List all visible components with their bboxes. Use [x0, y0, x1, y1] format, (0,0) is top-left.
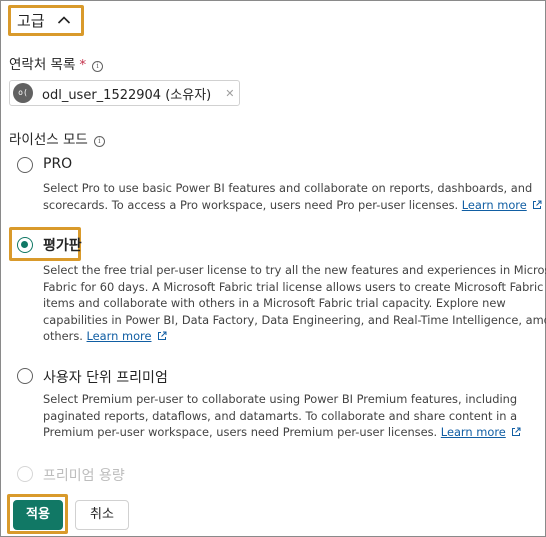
remove-contact-icon[interactable]: ✕	[225, 87, 234, 100]
required-marker: *	[79, 57, 87, 73]
radio-premium-capacity	[17, 466, 33, 482]
avatar: o(	[13, 83, 33, 103]
option-description-trial: Select the free trial per-user license t…	[43, 262, 546, 345]
option-title-trial: 평가판	[43, 238, 82, 254]
info-icon[interactable]: i	[92, 61, 104, 72]
description-line: Select Premium per-user to collaborate u…	[43, 392, 518, 406]
description-line: items and collaborate with others in a M…	[43, 296, 506, 310]
description-line: scorecards. To access a Pro workspace, u…	[43, 197, 543, 214]
description-line: paginated reports, dataflows, and datama…	[43, 408, 518, 423]
option-title-premium-per-user: 사용자 단위 프리미엄	[43, 370, 168, 386]
description-text: scorecards. To access a Pro workspace, u…	[43, 197, 459, 212]
option-description-pro: Select Pro to use basic Power BI feature…	[43, 180, 543, 213]
contact-chip-text: odl_user_1522904 (소유자)	[42, 87, 212, 103]
description-text: Premium per-user workspace, users need P…	[43, 425, 438, 439]
chevron-up-icon	[58, 16, 71, 24]
option-title-premium-capacity: 프리미엄 용량	[43, 468, 125, 484]
advanced-title: 고급	[17, 12, 45, 30]
description-line: Select the free trial per-user license t…	[43, 263, 546, 277]
external-link-icon	[532, 200, 542, 209]
option-title-pro: PRO	[43, 156, 73, 172]
contact-list-label: 연락처 목록 * i	[9, 53, 104, 73]
description-text: others.	[43, 329, 83, 343]
learn-more-link[interactable]: Learn more	[462, 198, 527, 212]
contact-list-input[interactable]: o( odl_user_1522904 (소유자) ✕	[9, 80, 240, 106]
contact-list-label-text: 연락처 목록	[9, 57, 76, 73]
contact-chip: o( odl_user_1522904 (소유자) ✕	[13, 83, 234, 103]
learn-more-link[interactable]: Learn more	[441, 425, 506, 439]
radio-pro[interactable]	[17, 157, 33, 173]
external-link-icon	[511, 427, 521, 436]
apply-button[interactable]: 적용	[13, 500, 63, 530]
info-icon[interactable]: i	[93, 136, 105, 147]
learn-more-link[interactable]: Learn more	[87, 329, 152, 343]
description-line: Premium per-user workspace, users need P…	[43, 424, 543, 441]
description-line: others. Learn more	[43, 328, 543, 345]
description-line: capabilities in Power BI, Data Factory, …	[43, 312, 546, 327]
advanced-toggle[interactable]: 고급	[17, 10, 71, 31]
radio-premium-per-user[interactable]	[17, 368, 33, 384]
cancel-button[interactable]: 취소	[75, 500, 129, 530]
description-line: Select Pro to use basic Power BI feature…	[43, 181, 533, 195]
license-mode-label-text: 라이선스 모드	[9, 132, 88, 148]
description-line: Fabric for 60 days. A Microsoft Fabric t…	[43, 279, 544, 294]
external-link-icon	[157, 331, 166, 340]
option-description-premium-per-user: Select Premium per-user to collaborate u…	[43, 391, 543, 441]
license-mode-label: 라이선스 모드 i	[9, 128, 105, 148]
radio-trial[interactable]	[17, 237, 33, 253]
